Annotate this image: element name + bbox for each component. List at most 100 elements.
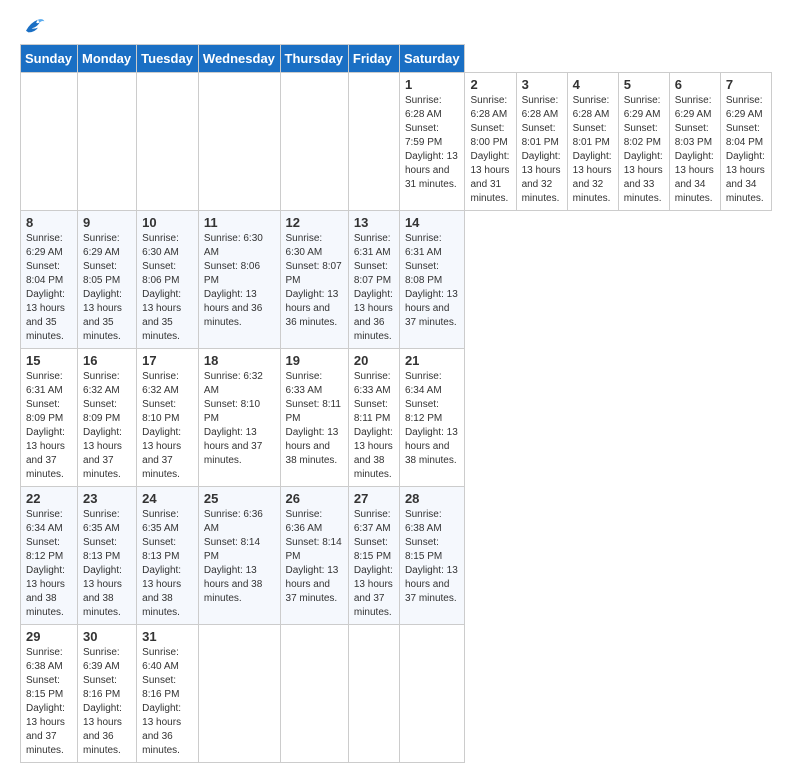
calendar-week-row: 22 Sunrise: 6:34 AMSunset: 8:12 PMDayligh… xyxy=(21,487,772,625)
calendar-table: SundayMondayTuesdayWednesdayThursdayFrid… xyxy=(20,44,772,763)
calendar-day-cell: 13 Sunrise: 6:31 AMSunset: 8:07 PMDayligh… xyxy=(348,211,399,349)
day-number: 14 xyxy=(405,215,460,230)
calendar-day-cell xyxy=(137,73,199,211)
day-number: 10 xyxy=(142,215,193,230)
day-info: Sunrise: 6:32 AMSunset: 8:10 PMDaylight:… xyxy=(204,370,275,468)
calendar-week-row: 29 Sunrise: 6:38 AMSunset: 8:15 PMDayligh… xyxy=(21,625,772,763)
header xyxy=(20,16,772,36)
day-number: 13 xyxy=(354,215,394,230)
day-info: Sunrise: 6:29 AMSunset: 8:03 PMDaylight:… xyxy=(675,94,715,206)
calendar-day-cell: 2Sunrise: 6:28 AMSunset: 8:00 PMDaylight… xyxy=(465,73,516,211)
calendar-day-cell: 9Sunrise: 6:29 AMSunset: 8:05 PMDaylight… xyxy=(78,211,137,349)
day-info: Sunrise: 6:33 AMSunset: 8:11 PMDaylight:… xyxy=(286,370,343,468)
day-info: Sunrise: 6:31 AMSunset: 8:09 PMDaylight:… xyxy=(26,370,72,482)
day-info: Sunrise: 6:30 AMSunset: 8:06 PMDaylight:… xyxy=(204,232,275,330)
day-info: Sunrise: 6:29 AMSunset: 8:02 PMDaylight:… xyxy=(624,94,664,206)
calendar-day-cell: 12 Sunrise: 6:30 AMSunset: 8:07 PMDayligh… xyxy=(280,211,348,349)
day-info: Sunrise: 6:34 AMSunset: 8:12 PMDaylight:… xyxy=(26,508,72,620)
calendar-day-cell xyxy=(399,625,465,763)
day-info: Sunrise: 6:35 AMSunset: 8:13 PMDaylight:… xyxy=(142,508,193,620)
calendar-header-saturday: Saturday xyxy=(399,45,465,73)
day-number: 4 xyxy=(573,77,613,92)
calendar-week-row: 15 Sunrise: 6:31 AMSunset: 8:09 PMDayligh… xyxy=(21,349,772,487)
day-number: 25 xyxy=(204,491,275,506)
day-number: 29 xyxy=(26,629,72,644)
day-info: Sunrise: 6:31 AMSunset: 8:08 PMDaylight:… xyxy=(405,232,460,330)
calendar-day-cell: 19 Sunrise: 6:33 AMSunset: 8:11 PMDayligh… xyxy=(280,349,348,487)
day-info: Sunrise: 6:37 AMSunset: 8:15 PMDaylight:… xyxy=(354,508,394,620)
day-info: Sunrise: 6:32 AMSunset: 8:10 PMDaylight:… xyxy=(142,370,193,482)
calendar-day-cell xyxy=(198,73,280,211)
calendar-day-cell: 4 Sunrise: 6:28 AMSunset: 8:01 PMDaylight… xyxy=(567,73,618,211)
day-number: 2 xyxy=(470,77,510,92)
day-info: Sunrise: 6:29 AMSunset: 8:04 PMDaylight:… xyxy=(726,94,766,206)
day-number: 6 xyxy=(675,77,715,92)
day-number: 5 xyxy=(624,77,664,92)
calendar-day-cell: 29 Sunrise: 6:38 AMSunset: 8:15 PMDayligh… xyxy=(21,625,78,763)
calendar-header-wednesday: Wednesday xyxy=(198,45,280,73)
calendar-day-cell: 15 Sunrise: 6:31 AMSunset: 8:09 PMDayligh… xyxy=(21,349,78,487)
logo xyxy=(20,16,48,36)
calendar-day-cell: 16 Sunrise: 6:32 AMSunset: 8:09 PMDayligh… xyxy=(78,349,137,487)
day-number: 8 xyxy=(26,215,72,230)
day-number: 20 xyxy=(354,353,394,368)
calendar-day-cell: 5 Sunrise: 6:29 AMSunset: 8:02 PMDaylight… xyxy=(618,73,669,211)
logo-bird-icon xyxy=(22,16,46,36)
calendar-day-cell xyxy=(280,73,348,211)
calendar-day-cell: 23Sunrise: 6:35 AMSunset: 8:13 PMDayligh… xyxy=(78,487,137,625)
day-info: Sunrise: 6:28 AMSunset: 8:01 PMDaylight:… xyxy=(522,94,562,206)
day-number: 28 xyxy=(405,491,460,506)
calendar-day-cell: 8Sunrise: 6:29 AMSunset: 8:04 PMDaylight… xyxy=(21,211,78,349)
calendar-header-thursday: Thursday xyxy=(280,45,348,73)
calendar-day-cell xyxy=(348,73,399,211)
calendar-day-cell xyxy=(348,625,399,763)
day-number: 7 xyxy=(726,77,766,92)
calendar-day-cell xyxy=(78,73,137,211)
day-number: 30 xyxy=(83,629,131,644)
day-number: 26 xyxy=(286,491,343,506)
calendar-day-cell: 3 Sunrise: 6:28 AMSunset: 8:01 PMDaylight… xyxy=(516,73,567,211)
calendar-day-cell: 18 Sunrise: 6:32 AMSunset: 8:10 PMDayligh… xyxy=(198,349,280,487)
calendar-header-friday: Friday xyxy=(348,45,399,73)
calendar-week-row: 1 Sunrise: 6:28 AMSunset: 7:59 PMDaylight… xyxy=(21,73,772,211)
calendar-day-cell: 28 Sunrise: 6:38 AMSunset: 8:15 PMDayligh… xyxy=(399,487,465,625)
calendar-header-monday: Monday xyxy=(78,45,137,73)
calendar-day-cell: 21Sunrise: 6:34 AMSunset: 8:12 PMDayligh… xyxy=(399,349,465,487)
day-number: 3 xyxy=(522,77,562,92)
day-number: 15 xyxy=(26,353,72,368)
calendar-day-cell: 11 Sunrise: 6:30 AMSunset: 8:06 PMDayligh… xyxy=(198,211,280,349)
calendar-day-cell: 20Sunrise: 6:33 AMSunset: 8:11 PMDayligh… xyxy=(348,349,399,487)
day-info: Sunrise: 6:38 AMSunset: 8:15 PMDaylight:… xyxy=(26,646,72,758)
day-number: 1 xyxy=(405,77,460,92)
calendar-day-cell xyxy=(198,625,280,763)
day-number: 24 xyxy=(142,491,193,506)
calendar-week-row: 8Sunrise: 6:29 AMSunset: 8:04 PMDaylight… xyxy=(21,211,772,349)
day-info: Sunrise: 6:28 AMSunset: 7:59 PMDaylight:… xyxy=(405,94,460,192)
day-info: Sunrise: 6:28 AMSunset: 8:01 PMDaylight:… xyxy=(573,94,613,206)
day-info: Sunrise: 6:30 AMSunset: 8:06 PMDaylight:… xyxy=(142,232,193,344)
day-number: 18 xyxy=(204,353,275,368)
day-number: 17 xyxy=(142,353,193,368)
day-info: Sunrise: 6:38 AMSunset: 8:15 PMDaylight:… xyxy=(405,508,460,606)
calendar-day-cell: 25Sunrise: 6:36 AMSunset: 8:14 PMDayligh… xyxy=(198,487,280,625)
day-info: Sunrise: 6:32 AMSunset: 8:09 PMDaylight:… xyxy=(83,370,131,482)
day-number: 11 xyxy=(204,215,275,230)
calendar-day-cell: 30Sunrise: 6:39 AMSunset: 8:16 PMDayligh… xyxy=(78,625,137,763)
day-number: 19 xyxy=(286,353,343,368)
day-number: 12 xyxy=(286,215,343,230)
calendar-day-cell: 22 Sunrise: 6:34 AMSunset: 8:12 PMDayligh… xyxy=(21,487,78,625)
calendar-header-sunday: Sunday xyxy=(21,45,78,73)
calendar-day-cell: 31 Sunrise: 6:40 AMSunset: 8:16 PMDayligh… xyxy=(137,625,199,763)
day-number: 21 xyxy=(405,353,460,368)
calendar-day-cell xyxy=(21,73,78,211)
calendar-day-cell: 27Sunrise: 6:37 AMSunset: 8:15 PMDayligh… xyxy=(348,487,399,625)
calendar-body: 1 Sunrise: 6:28 AMSunset: 7:59 PMDaylight… xyxy=(21,73,772,763)
day-info: Sunrise: 6:30 AMSunset: 8:07 PMDaylight:… xyxy=(286,232,343,330)
day-number: 31 xyxy=(142,629,193,644)
day-number: 16 xyxy=(83,353,131,368)
day-info: Sunrise: 6:29 AMSunset: 8:05 PMDaylight:… xyxy=(83,232,131,344)
calendar-header-tuesday: Tuesday xyxy=(137,45,199,73)
day-info: Sunrise: 6:40 AMSunset: 8:16 PMDaylight:… xyxy=(142,646,193,758)
day-number: 22 xyxy=(26,491,72,506)
day-info: Sunrise: 6:31 AMSunset: 8:07 PMDaylight:… xyxy=(354,232,394,344)
